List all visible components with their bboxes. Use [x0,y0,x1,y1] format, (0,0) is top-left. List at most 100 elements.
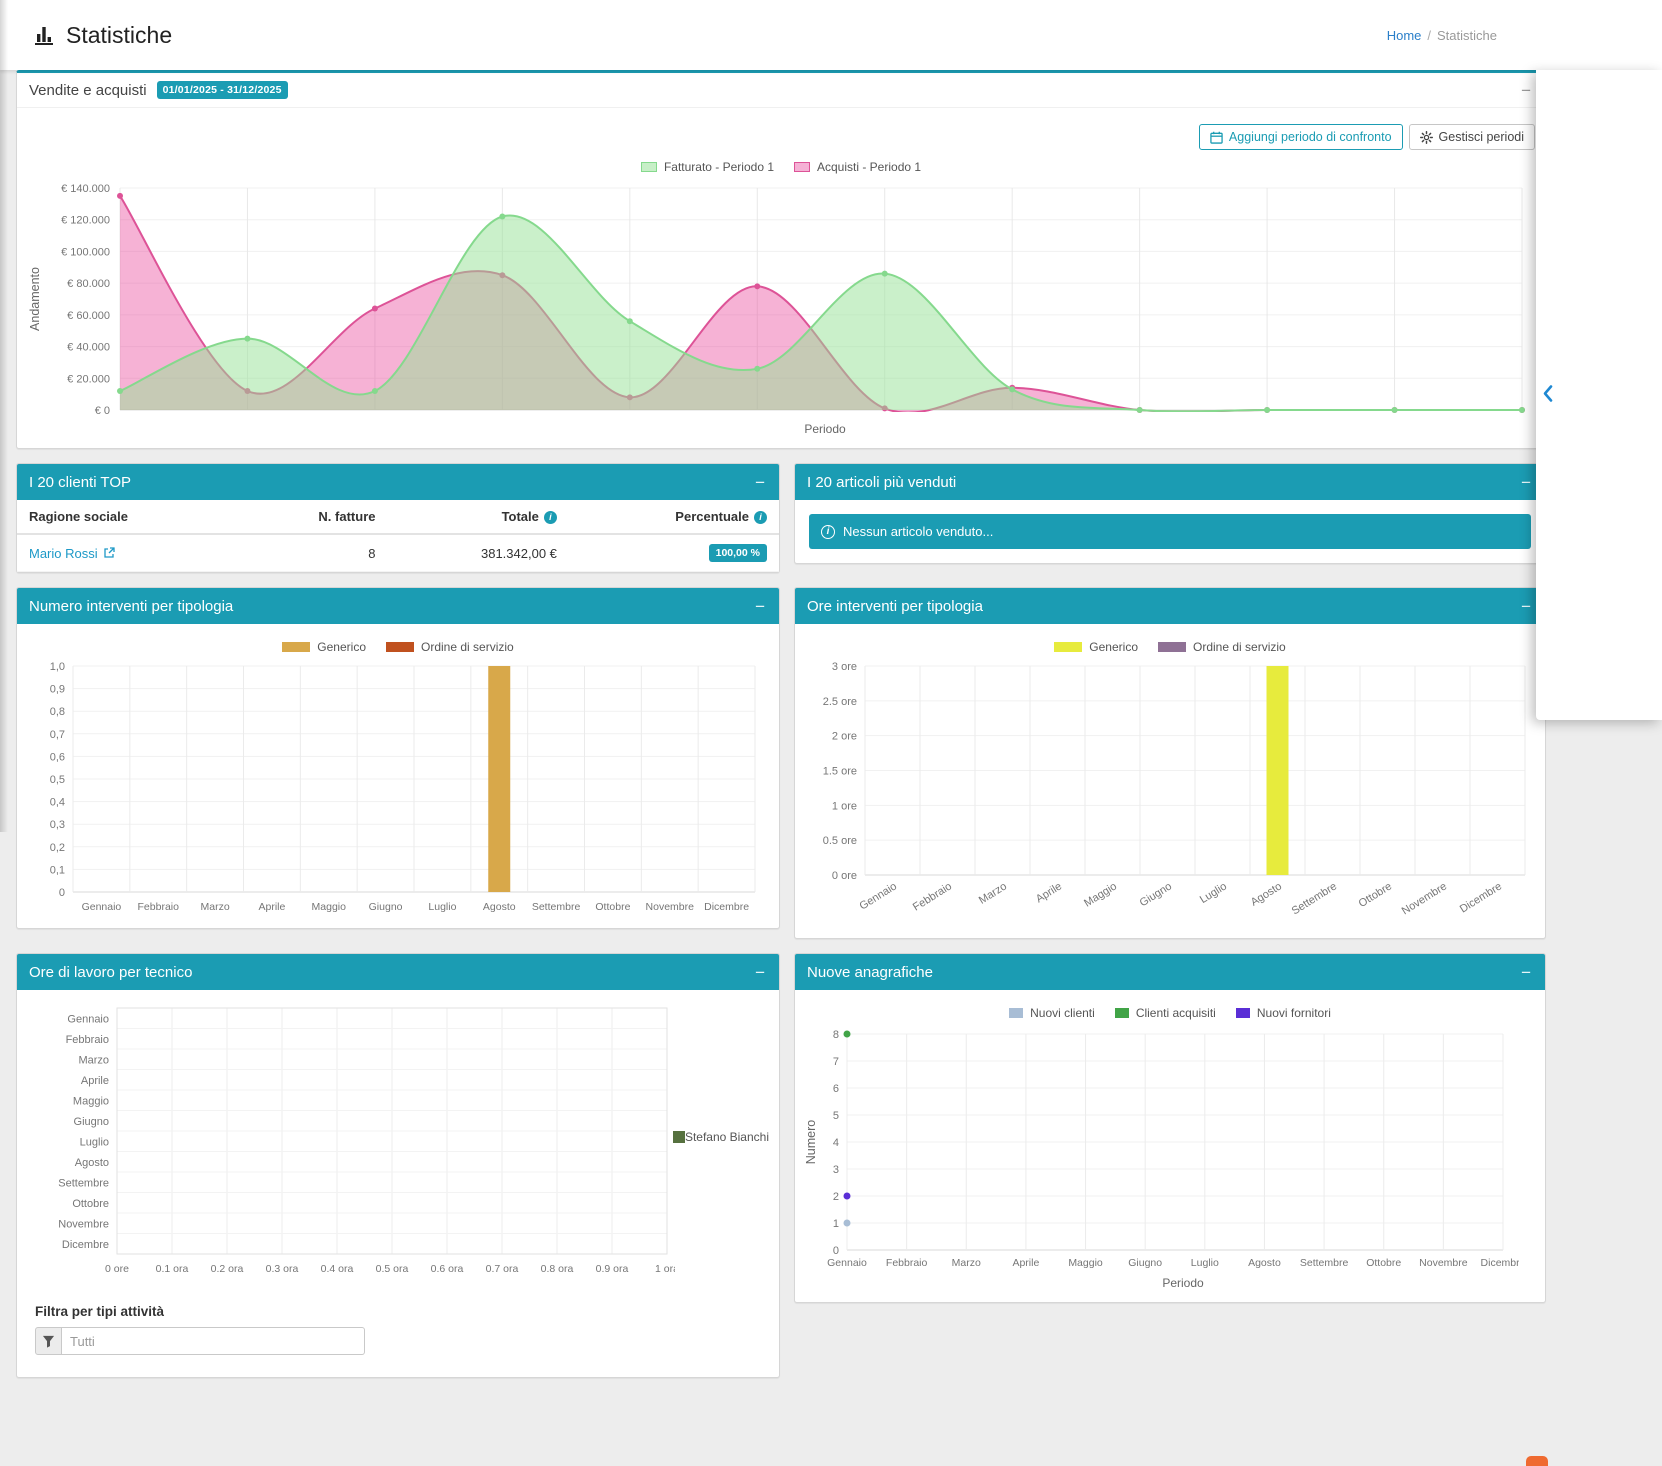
svg-text:0.8 ora: 0.8 ora [541,1263,574,1275]
legend-item[interactable]: Fatturato - Periodo 1 [641,160,774,174]
svg-text:8: 8 [833,1029,839,1041]
svg-text:Febbraio: Febbraio [886,1257,928,1269]
collapse-panel-button[interactable]: − [1519,964,1533,981]
floating-button-partial[interactable] [1526,1456,1548,1466]
svg-text:Giugno: Giugno [369,901,403,913]
table-row[interactable]: Mario Rossi 8 381.342,00 € 100,00 % [17,534,779,572]
svg-text:0.2 ora: 0.2 ora [211,1263,244,1275]
svg-text:Agosto: Agosto [1249,880,1284,908]
legend-item[interactable]: Ordine di servizio [386,640,514,654]
svg-text:1: 1 [833,1218,839,1230]
svg-text:2 ore: 2 ore [832,731,857,743]
external-link-icon[interactable] [103,547,115,559]
svg-text:2: 2 [833,1191,839,1203]
svg-text:7: 7 [833,1056,839,1068]
activity-type-filter-input[interactable] [62,1327,365,1355]
filter-label: Filtra per tipi attività [35,1304,761,1319]
vendite-chart[interactable]: € 0€ 20.000€ 40.000€ 60.000€ 80.000€ 100… [25,178,1537,422]
svg-text:Gennaio: Gennaio [67,1013,109,1025]
collapse-panel-button[interactable]: − [753,598,767,615]
svg-text:0,4: 0,4 [50,797,65,809]
legend-item[interactable]: Acquisti - Periodo 1 [794,160,921,174]
svg-text:Maggio: Maggio [1082,880,1119,909]
ore-chart-legend: Generico Ordine di servizio [803,632,1537,658]
add-comparison-period-button[interactable]: Aggiungi periodo di confronto [1199,124,1403,150]
legend-label: Generico [317,640,366,654]
svg-text:Agosto: Agosto [483,901,516,913]
svg-text:0.4 ora: 0.4 ora [321,1263,354,1275]
svg-text:0: 0 [59,887,65,899]
svg-text:Aprile: Aprile [81,1075,109,1087]
svg-text:0,9: 0,9 [50,684,65,696]
legend-label: Clienti acquisiti [1136,1006,1216,1020]
collapse-panel-button[interactable]: − [753,964,767,981]
panel-title: Nuove anagrafiche [807,964,933,981]
client-link[interactable]: Mario Rossi [29,546,98,561]
svg-text:0,7: 0,7 [50,729,65,741]
panel-title: Ore interventi per tipologia [807,598,983,615]
svg-text:Aprile: Aprile [258,901,285,913]
panel-ore-lavoro-tecnico: Ore di lavoro per tecnico − 0 ore 0.1 ora… [16,953,780,1378]
svg-text:Marzo: Marzo [977,880,1009,906]
legend-item[interactable]: Generico [282,640,366,654]
main-content: Vendite e acquisti 01/01/2025 - 31/12/20… [16,70,1546,1378]
legend-item[interactable]: Stefano Bianchi [673,1130,769,1144]
svg-text:0.1 ora: 0.1 ora [156,1263,189,1275]
column-n-fatture: N. fatture [240,500,387,534]
ore-interventi-chart[interactable]: 0 ore0.5 ore1 ore1.5 ore2 ore2.5 ore3 or… [803,658,1537,930]
svg-text:Aprile: Aprile [1034,880,1064,905]
svg-text:0 ore: 0 ore [105,1263,129,1275]
svg-text:0: 0 [833,1245,839,1257]
calendar-icon [1210,131,1223,144]
panel-title: Vendite e acquisti [29,82,147,99]
legend-item[interactable]: Nuovi fornitori [1236,1006,1331,1020]
legend-label: Generico [1089,640,1138,654]
funnel-icon [42,1335,55,1348]
legend-item[interactable]: Generico [1054,640,1138,654]
svg-text:Marzo: Marzo [200,901,229,913]
svg-text:0,1: 0,1 [50,864,65,876]
collapse-panel-button[interactable]: − [753,474,767,491]
svg-text:6: 6 [833,1083,839,1095]
info-icon[interactable]: i [754,511,767,524]
drawer-toggle-button[interactable] [1540,383,1556,408]
legend-item[interactable]: Ordine di servizio [1158,640,1286,654]
breadcrumb-current: Statistiche [1437,28,1497,43]
legend-swatch [673,1131,685,1143]
svg-text:Luglio: Luglio [1198,880,1229,906]
panel-anagrafiche-header: Nuove anagrafiche − [795,954,1545,990]
legend-item[interactable]: Nuovi clienti [1009,1006,1095,1020]
anagrafiche-chart[interactable]: 012345678GennaioFebbraioMarzoAprileMaggi… [803,1024,1537,1276]
panel-title: Numero interventi per tipologia [29,598,233,615]
gear-icon [1420,131,1433,144]
filter-button[interactable] [35,1327,62,1355]
svg-text:Marzo: Marzo [78,1054,109,1066]
collapse-panel-button[interactable]: − [1519,474,1533,491]
panel-numero-interventi: Numero interventi per tipologia − Generi… [16,587,780,929]
panel-title: Ore di lavoro per tecnico [29,964,192,981]
svg-text:€ 20.000: € 20.000 [67,373,110,385]
panel-articoli-venduti: I 20 articoli più venduti − i Nessun art… [794,463,1546,564]
legend-label: Ordine di servizio [421,640,514,654]
svg-text:Maggio: Maggio [73,1095,109,1107]
ore-lavoro-chart[interactable]: 0 ore0.1 ora0.2 ora0.3 ora0.4 ora0.5 ora… [25,998,771,1290]
svg-text:0,3: 0,3 [50,819,65,831]
panel-articoli-header: I 20 articoli più venduti − [795,464,1545,500]
cell-totale: 381.342,00 € [387,534,568,572]
breadcrumb-home-link[interactable]: Home [1387,28,1422,43]
cell-ragione-sociale: Mario Rossi [17,534,240,572]
empty-state-alert: i Nessun articolo venduto... [809,514,1531,549]
svg-text:Numero: Numero [804,1120,818,1165]
cell-n-fatture: 8 [240,534,387,572]
info-icon[interactable]: i [544,511,557,524]
manage-periods-button[interactable]: Gestisci periodi [1409,124,1535,150]
collapse-panel-button[interactable]: − [1519,598,1533,615]
panel-title: I 20 articoli più venduti [807,474,956,491]
numero-interventi-chart[interactable]: 00,10,20,30,40,50,60,70,80,91,0GennaioFe… [25,658,771,920]
collapse-panel-button[interactable]: − [1519,82,1533,99]
svg-text:0,2: 0,2 [50,842,65,854]
panel-ore-header: Ore interventi per tipologia − [795,588,1545,624]
panel-vendite-acquisti: Vendite e acquisti 01/01/2025 - 31/12/20… [16,70,1546,449]
svg-text:Marzo: Marzo [952,1257,981,1269]
legend-item[interactable]: Clienti acquisiti [1115,1006,1216,1020]
